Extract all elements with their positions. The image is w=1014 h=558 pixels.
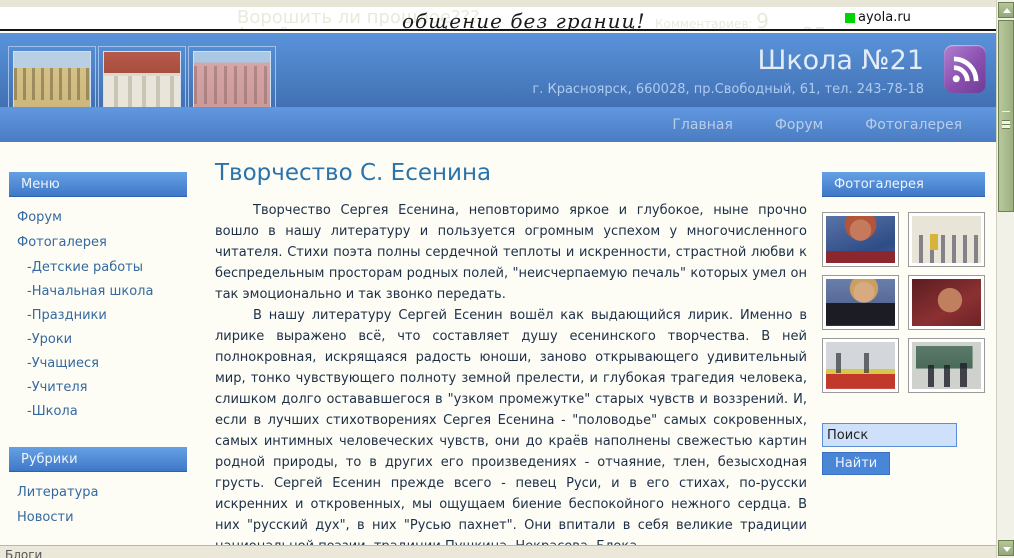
gallery-thumb-1[interactable] (822, 212, 899, 267)
menu-link-school[interactable]: -Школа (27, 404, 78, 419)
menu-link-holidays[interactable]: -Праздники (27, 308, 107, 323)
gallery-thumb-grid (822, 212, 985, 393)
nav-forum[interactable]: Форум (775, 117, 823, 133)
gallery-thumb-2[interactable] (908, 212, 985, 267)
gallery-thumb-5[interactable] (822, 338, 899, 393)
scrollbar-grip-icon (1002, 111, 1010, 121)
scrollbar-thumb[interactable] (998, 20, 1014, 212)
menu-item-forum: Форум (17, 210, 187, 225)
gallery-thumb-3[interactable] (822, 275, 899, 330)
rubric-link-news[interactable]: Новости (17, 510, 74, 525)
article-paragraph-2: В нашу литературу Сергей Есенин вошёл ка… (215, 305, 807, 557)
faded-rating-value: 85 (801, 23, 826, 31)
site-title-block: Школа №21 г. Красноярск, 660028, пр.Своб… (532, 46, 924, 97)
menu-list: Форум Фотогалерея -Детские работы -Начал… (9, 210, 187, 419)
menu-item-school: -Школа (17, 404, 187, 419)
main-content: Творчество С. Есенина Творчество Сергея … (215, 142, 807, 558)
scroll-up-arrow-icon (1003, 8, 1011, 13)
page: Ворошить ли прошлое??? Автор: Лампа обще… (0, 0, 1014, 558)
menu-link-forum[interactable]: Форум (17, 210, 62, 225)
gallery-thumb-4-image (912, 279, 981, 326)
scroll-down-button[interactable] (998, 540, 1014, 556)
search-input[interactable] (822, 423, 957, 447)
site-title: Школа №21 (532, 46, 924, 76)
gallery-thumb-3-image (826, 279, 895, 326)
rss-glyph-icon (951, 56, 979, 84)
scroll-down-arrow-icon (1003, 547, 1011, 552)
menu-link-children-works[interactable]: -Детские работы (27, 260, 143, 275)
menu-item-gallery: Фотогалерея (17, 235, 187, 250)
gallery-thumb-6-image (912, 342, 981, 389)
host-logo-icon (845, 13, 855, 23)
gallery-thumb-4[interactable] (908, 275, 985, 330)
site-header: Школа №21 г. Красноярск, 660028, пр.Своб… (0, 33, 996, 107)
faded-topic-author: Автор: Лампа (238, 25, 317, 31)
gallery-thumb-1-image (826, 216, 895, 263)
menu-link-primary-school[interactable]: -Начальная школа (27, 284, 153, 299)
search-button[interactable]: Найти (822, 452, 890, 475)
menu-link-students[interactable]: -Учащиеся (27, 356, 99, 371)
search-box: Найти (822, 423, 985, 475)
gallery-thumb-5-image (826, 342, 895, 389)
nav-gallery[interactable]: Фотогалерея (865, 117, 962, 133)
menu-item-teachers: -Учителя (17, 380, 187, 395)
menu-item-children-works: -Детские работы (17, 260, 187, 275)
gallery-thumb-2-image (912, 216, 981, 263)
rubrics-list: Литература Новости (9, 485, 187, 525)
menu-item-lessons: -Уроки (17, 332, 187, 347)
vertical-scrollbar[interactable] (996, 0, 1014, 558)
menu-section-header: Меню (9, 172, 187, 197)
left-sidebar: Меню Форум Фотогалерея -Детские работы -… (9, 142, 187, 558)
host-banner: Ворошить ли прошлое??? Автор: Лампа обще… (0, 0, 996, 31)
main-nav: Главная Форум Фотогалерея (0, 107, 996, 142)
menu-link-teachers[interactable]: -Учителя (27, 380, 87, 395)
scroll-up-button[interactable] (998, 2, 1014, 18)
rubric-item-literature: Литература (17, 485, 187, 500)
menu-item-holidays: -Праздники (17, 308, 187, 323)
menu-link-gallery[interactable]: Фотогалерея (17, 235, 107, 250)
rubric-item-news: Новости (17, 510, 187, 525)
nav-home[interactable]: Главная (672, 117, 732, 133)
rss-icon[interactable] (944, 45, 986, 93)
article-body: Творчество Сергея Есенина, неповторимо я… (215, 200, 807, 558)
host-link[interactable]: ayola.ru (845, 10, 911, 25)
host-slogan: общение без границ! (402, 9, 646, 31)
gallery-thumb-6[interactable] (908, 338, 985, 393)
menu-item-primary-school: -Начальная школа (17, 284, 187, 299)
rubric-link-literature[interactable]: Литература (17, 485, 99, 500)
rubrics-section-header: Рубрики (9, 447, 187, 472)
host-link-label: ayola.ru (858, 10, 911, 25)
faded-rating: Рейтинг: 85 (742, 23, 827, 31)
footer-strip: Блоги (0, 545, 996, 558)
gallery-section-header: Фотогалерея (822, 172, 985, 197)
site-address: г. Красноярск, 660028, пр.Свободный, 61,… (532, 82, 924, 97)
menu-item-students: -Учащиеся (17, 356, 187, 371)
article-title: Творчество С. Есенина (215, 160, 807, 186)
menu-link-lessons[interactable]: -Уроки (27, 332, 72, 347)
article-paragraph-1: Творчество Сергея Есенина, неповторимо я… (215, 200, 807, 305)
footer-partial-text: Блоги (5, 548, 42, 558)
right-sidebar: Фотогалерея Найти (822, 142, 985, 475)
